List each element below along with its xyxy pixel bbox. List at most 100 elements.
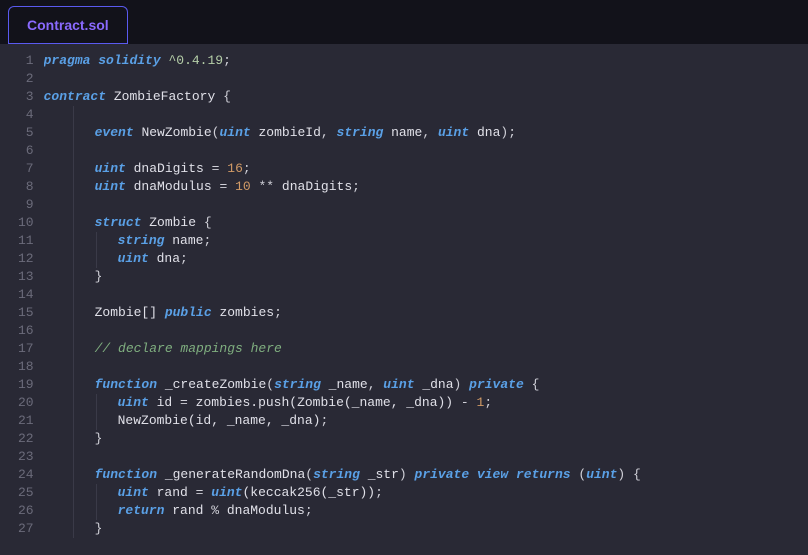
token	[215, 89, 223, 104]
token: _name	[321, 377, 368, 392]
line-number: 2	[18, 70, 34, 88]
line-number: 24	[18, 466, 34, 484]
line-number: 9	[18, 196, 34, 214]
line-number: 16	[18, 322, 34, 340]
line-number: 13	[18, 268, 34, 286]
token: dnaModulus	[219, 503, 305, 518]
code-line[interactable]: }	[44, 430, 808, 448]
token: zombies.push(Zombie(_name, _dna))	[188, 395, 461, 410]
line-number: 15	[18, 304, 34, 322]
code-line[interactable]: uint id = zombies.push(Zombie(_name, _dn…	[44, 394, 808, 412]
token: name	[164, 233, 203, 248]
token: uint	[211, 485, 242, 500]
token: _dna	[415, 377, 454, 392]
line-number: 20	[18, 394, 34, 412]
line-number: 14	[18, 286, 34, 304]
token: private	[469, 377, 524, 392]
token: ,	[422, 125, 438, 140]
token: dnaModulus	[126, 179, 220, 194]
token: pragma	[44, 53, 91, 68]
token: {	[223, 89, 231, 104]
token: uint	[586, 467, 617, 482]
code-line[interactable]: uint dna;	[44, 250, 808, 268]
token: event	[95, 125, 134, 140]
token: ;	[243, 161, 251, 176]
code-line[interactable]	[44, 322, 808, 340]
token: =	[180, 395, 188, 410]
code-line[interactable]	[44, 196, 808, 214]
token: rand	[149, 485, 196, 500]
code-line[interactable]: uint dnaDigits = 16;	[44, 160, 808, 178]
token: )	[399, 467, 415, 482]
line-number: 22	[18, 430, 34, 448]
token: {	[204, 215, 212, 230]
code-line[interactable]: NewZombie(id, _name, _dna);	[44, 412, 808, 430]
token: ;	[375, 485, 383, 500]
token: ;	[320, 413, 328, 428]
token: string	[313, 467, 360, 482]
code-line[interactable]: struct Zombie {	[44, 214, 808, 232]
token: }	[95, 521, 103, 536]
token: (keccak256(_str))	[242, 485, 375, 500]
code-line[interactable]: function _generateRandomDna(string _str)…	[44, 466, 808, 484]
code-line[interactable]	[44, 142, 808, 160]
code-line[interactable]: uint dnaModulus = 10 ** dnaDigits;	[44, 178, 808, 196]
code-line[interactable]: contract ZombieFactory {	[44, 88, 808, 106]
token: contract	[44, 89, 106, 104]
token: Zombie[]	[95, 305, 165, 320]
token: ;	[180, 251, 188, 266]
code-area[interactable]: pragma solidity ^0.4.19; contract ZombieF…	[44, 44, 808, 555]
code-line[interactable]: // declare mappings here	[44, 340, 808, 358]
line-number: 12	[18, 250, 34, 268]
token: rand	[164, 503, 211, 518]
token: ;	[274, 305, 282, 320]
code-line[interactable]: Zombie[] public zombies;	[44, 304, 808, 322]
token: NewZombie(id, _name, _dna)	[118, 413, 321, 428]
code-editor[interactable]: 1234567891011121314151617181920212223242…	[0, 44, 808, 555]
code-line[interactable]	[44, 106, 808, 124]
code-line[interactable]	[44, 70, 808, 88]
token	[469, 395, 477, 410]
line-number: 7	[18, 160, 34, 178]
token: {	[532, 377, 540, 392]
token: ;	[352, 179, 360, 194]
code-line[interactable]: uint rand = uint(keccak256(_str));	[44, 484, 808, 502]
token: uint	[118, 395, 149, 410]
token: string	[274, 377, 321, 392]
token: %	[211, 503, 219, 518]
code-line[interactable]: }	[44, 520, 808, 538]
line-number: 4	[18, 106, 34, 124]
code-line[interactable]: return rand % dnaModulus;	[44, 502, 808, 520]
token: **	[259, 179, 275, 194]
code-line[interactable]: pragma solidity ^0.4.19;	[44, 52, 808, 70]
token: -	[461, 395, 469, 410]
code-line[interactable]	[44, 358, 808, 376]
token: name	[383, 125, 422, 140]
code-line[interactable]: event NewZombie(uint zombieId, string na…	[44, 124, 808, 142]
token: }	[95, 269, 103, 284]
code-line[interactable]	[44, 286, 808, 304]
token: string	[337, 125, 384, 140]
token: 16	[227, 161, 243, 176]
code-line[interactable]: }	[44, 268, 808, 286]
token: ZombieFactory	[114, 89, 215, 104]
token: solidity	[98, 53, 160, 68]
token: (	[571, 467, 587, 482]
line-number: 3	[18, 88, 34, 106]
token: uint	[383, 377, 414, 392]
token: function	[95, 377, 157, 392]
token: (	[266, 377, 274, 392]
token: 10	[235, 179, 251, 194]
token: zombies	[212, 305, 274, 320]
line-number: 10	[18, 214, 34, 232]
code-line[interactable]: string name;	[44, 232, 808, 250]
line-number: 27	[18, 520, 34, 538]
token: string	[118, 233, 165, 248]
token	[524, 377, 532, 392]
code-line[interactable]: function _createZombie(string _name, uin…	[44, 376, 808, 394]
code-line[interactable]	[44, 448, 808, 466]
token: Zombie	[141, 215, 203, 230]
tab-contract-sol[interactable]: Contract.sol	[8, 6, 128, 44]
token: function	[95, 467, 157, 482]
token: ,	[321, 125, 337, 140]
